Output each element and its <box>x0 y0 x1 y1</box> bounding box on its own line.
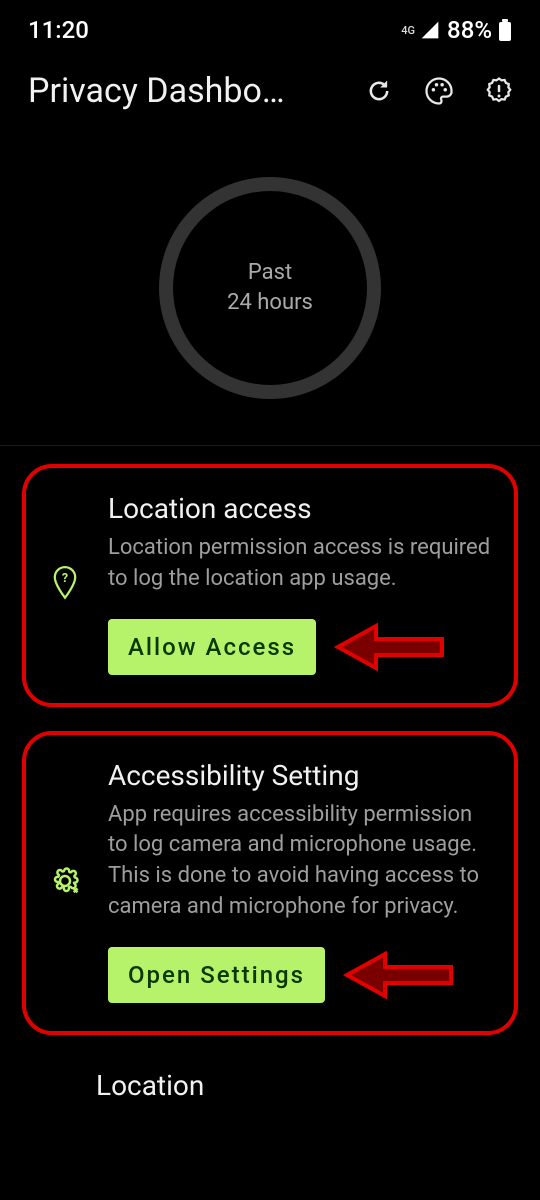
location-section-heading: Location <box>0 1035 540 1102</box>
clock: 11:20 <box>28 16 89 44</box>
refresh-button[interactable] <box>358 70 400 112</box>
status-bar: 11:20 4G 88% <box>0 0 540 52</box>
title-bar: Privacy Dashbo… <box>0 52 540 130</box>
annotation-arrow-icon <box>343 950 453 1000</box>
card-body: Accessibility Setting App requires acces… <box>108 759 494 1003</box>
signal-icon <box>419 20 441 40</box>
accessibility-setting-card: Accessibility Setting App requires acces… <box>22 731 518 1035</box>
location-access-card: ? Location access Location permission ac… <box>22 464 518 707</box>
refresh-icon <box>365 77 393 105</box>
ring-label-2: 24 hours <box>227 288 313 318</box>
card-icon-col: ? <box>40 492 90 675</box>
alert-badge-icon <box>484 76 514 106</box>
location-pin-icon: ? <box>51 566 79 600</box>
svg-text:?: ? <box>62 571 68 586</box>
card-button-row: Open Settings <box>108 947 494 1003</box>
card-title: Accessibility Setting <box>108 759 494 792</box>
battery-percent: 88% <box>447 16 492 44</box>
allow-access-button[interactable]: Allow Access <box>108 619 316 675</box>
annotation-arrow-icon <box>334 622 444 672</box>
usage-ring: Past 24 hours <box>159 177 381 399</box>
permission-cards: ? Location access Location permission ac… <box>0 446 540 1035</box>
card-icon-col <box>40 759 90 1003</box>
card-button-row: Allow Access <box>108 619 494 675</box>
card-body: Location access Location permission acce… <box>108 492 494 675</box>
card-title: Location access <box>108 492 494 525</box>
alert-badge-button[interactable] <box>478 70 520 112</box>
open-settings-button[interactable]: Open Settings <box>108 947 325 1003</box>
palette-icon <box>424 76 454 106</box>
gear-icon <box>50 866 80 896</box>
network-label: 4G <box>401 25 415 36</box>
usage-chart-area: Past 24 hours <box>0 130 540 446</box>
theme-button[interactable] <box>418 70 460 112</box>
card-description: App requires accessibility permission to… <box>108 800 494 923</box>
ring-label-1: Past <box>248 258 292 288</box>
battery-icon <box>498 19 512 41</box>
status-right: 4G 88% <box>401 16 512 44</box>
page-title: Privacy Dashbo… <box>28 71 340 111</box>
card-description: Location permission access is required t… <box>108 533 494 595</box>
